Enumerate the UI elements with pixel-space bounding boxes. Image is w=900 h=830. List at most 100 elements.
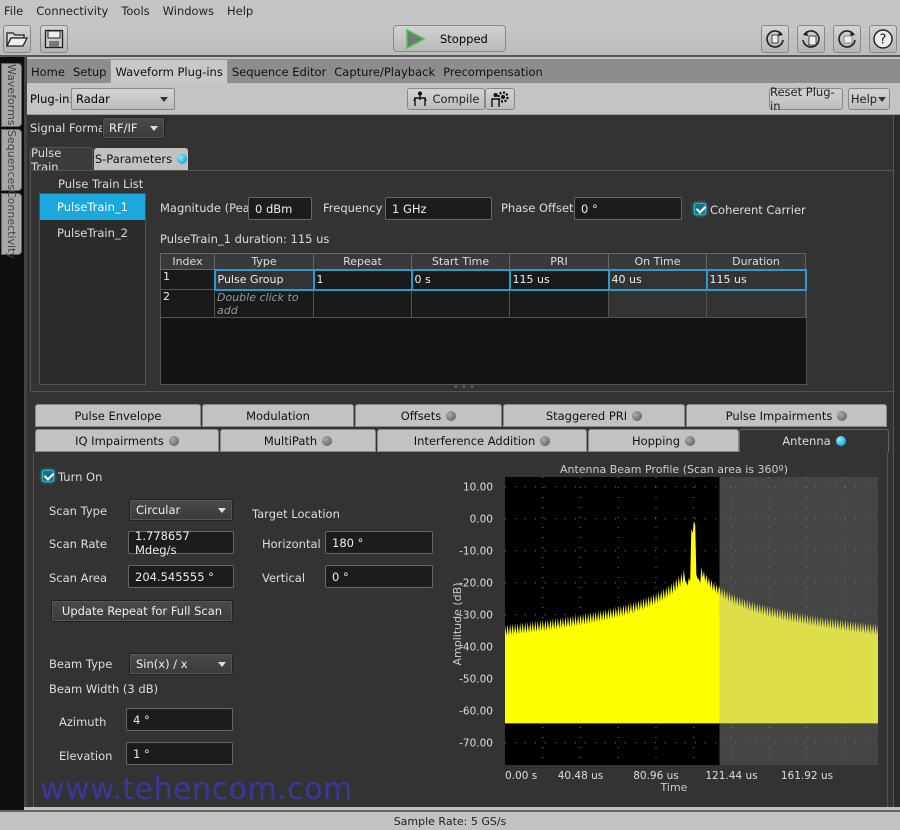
tab-waveform-plugins[interactable]: Waveform Plug-ins: [110, 59, 228, 83]
scan-area-label: Scan Area: [49, 571, 108, 585]
reset-button[interactable]: [833, 25, 861, 53]
y-tick-label: -20.00: [459, 578, 493, 590]
compile-settings-button[interactable]: [485, 88, 515, 110]
table-row[interactable]: 1 Pulse Group 1 0 s 115 us 40 us 115 us: [160, 268, 807, 291]
save-button[interactable]: [40, 25, 68, 53]
cell-pri[interactable]: 115 us: [508, 268, 610, 291]
horizontal-input[interactable]: 180 °: [325, 531, 433, 554]
play-icon: [406, 28, 426, 49]
menu-help[interactable]: Help: [227, 4, 253, 18]
menu-connectivity[interactable]: Connectivity: [36, 4, 108, 18]
splitter-handle[interactable]: • • •: [453, 383, 475, 393]
cell-type[interactable]: Double click to add: [214, 289, 314, 318]
plugin-select[interactable]: Radar: [71, 88, 175, 110]
phase-offset-input[interactable]: 0 °: [574, 197, 682, 220]
azimuth-label: Azimuth: [59, 715, 107, 729]
tab-precompensation[interactable]: Precompensation: [439, 61, 547, 83]
x-tick-label: 0.00 s: [505, 770, 537, 782]
restore-setup-button[interactable]: [761, 25, 789, 53]
compile-button[interactable]: Compile: [407, 88, 485, 110]
signal-format-value: RF/IF: [109, 121, 138, 135]
y-tick-label: -40.00: [459, 642, 493, 654]
tab-staggered-pri[interactable]: Staggered PRI: [503, 404, 685, 427]
open-button[interactable]: [3, 25, 31, 53]
tab-interference-addition[interactable]: Interference Addition: [377, 429, 587, 452]
list-item-pulsetrain-2[interactable]: PulseTrain_2: [40, 220, 145, 246]
menu-tools[interactable]: Tools: [121, 4, 149, 18]
pulse-train-list-title: Pulse Train List: [58, 177, 144, 191]
phase-offset-value: 0 °: [581, 201, 598, 216]
y-tick-label: 0.00: [470, 514, 493, 526]
help-button[interactable]: ?: [869, 25, 897, 53]
elevation-input[interactable]: 1 °: [126, 742, 233, 765]
cell-index: 2: [160, 289, 215, 318]
plugin-help-button[interactable]: Help: [848, 88, 890, 110]
list-item-pulsetrain-1[interactable]: PulseTrain_1: [40, 194, 145, 220]
vertical-label: Vertical: [262, 571, 306, 585]
azimuth-input[interactable]: 4 °: [126, 708, 233, 731]
list-item-label: PulseTrain_1: [57, 200, 128, 214]
cell-on-time[interactable]: 40 us: [607, 268, 708, 291]
cell-type[interactable]: Pulse Group: [213, 268, 315, 291]
update-repeat-button[interactable]: Update Repeat for Full Scan: [51, 600, 233, 622]
undo-setup-icon: [802, 30, 820, 48]
menu-file[interactable]: File: [4, 4, 23, 18]
reset-plugin-button[interactable]: Reset Plug-in: [769, 85, 843, 113]
scan-area-input[interactable]: 204.545555 °: [128, 565, 234, 588]
tab-s-parameters[interactable]: S-Parameters: [94, 148, 188, 170]
tab-offsets[interactable]: Offsets: [355, 404, 502, 427]
x-tick-label: 40.48 us: [558, 770, 604, 782]
y-tick-label: -60.00: [459, 706, 493, 718]
tab-setup[interactable]: Setup: [69, 61, 110, 83]
beam-type-select[interactable]: Sin(x) / x: [129, 653, 233, 675]
y-tick-label: -50.00: [459, 674, 493, 686]
run-stop-button[interactable]: Stopped: [393, 25, 506, 52]
tab-modulation[interactable]: Modulation: [202, 404, 354, 427]
magnitude-input[interactable]: 0 dBm: [248, 197, 312, 220]
frequency-input[interactable]: 1 GHz: [385, 197, 492, 220]
cell-start-time[interactable]: 0 s: [410, 268, 511, 291]
side-tab-connectivity[interactable]: Connectivity: [1, 190, 22, 258]
run-status-label: Stopped: [440, 31, 488, 46]
tab-label: S-Parameters: [94, 152, 173, 166]
tab-label: Hopping: [631, 433, 681, 448]
coherent-carrier-checkbox[interactable]: [694, 203, 706, 215]
cell-pri[interactable]: [509, 289, 609, 318]
tab-sequence-editor[interactable]: Sequence Editor: [228, 61, 330, 83]
side-tab-rail: Waveforms Sequences Connectivity: [0, 57, 24, 830]
tab-pulse-envelope[interactable]: Pulse Envelope: [35, 404, 201, 427]
plugin-label: Plug-in:: [30, 92, 74, 106]
cell-duration[interactable]: 115 us: [705, 268, 807, 291]
indicator-dot-icon: [446, 410, 457, 421]
tab-capture-playback[interactable]: Capture/Playback: [330, 61, 439, 83]
cell-duration[interactable]: [706, 289, 806, 318]
tab-antenna[interactable]: Antenna: [739, 429, 889, 452]
menu-windows[interactable]: Windows: [163, 4, 214, 18]
cell-on-time[interactable]: [608, 289, 707, 318]
vertical-input[interactable]: 0 °: [325, 565, 433, 588]
tab-home[interactable]: Home: [27, 61, 69, 83]
right-scrollbar[interactable]: [893, 115, 900, 807]
tab-multipath[interactable]: MultiPath: [220, 429, 376, 452]
cell-repeat[interactable]: 1: [312, 268, 413, 291]
undo-setup-button[interactable]: [797, 25, 825, 53]
y-tick-label: -30.00: [459, 610, 493, 622]
tab-pulse-train[interactable]: Pulse Train: [30, 146, 93, 174]
tab-iq-impairments[interactable]: IQ Impairments: [35, 429, 219, 452]
side-tab-sequences[interactable]: Sequences: [1, 129, 22, 191]
cell-start-time[interactable]: [411, 289, 510, 318]
turn-on-checkbox[interactable]: [42, 470, 54, 482]
side-tab-waveforms[interactable]: Waveforms: [1, 63, 22, 127]
tab-label: IQ Impairments: [75, 433, 164, 448]
scan-rate-input[interactable]: 1.778657 Mdeg/s: [128, 529, 234, 557]
col-index: Index: [160, 253, 215, 270]
scan-type-select[interactable]: Circular: [129, 499, 233, 521]
table-row[interactable]: 2 Double click to add: [160, 289, 806, 318]
tab-pulse-impairments[interactable]: Pulse Impairments: [686, 404, 887, 427]
scan-type-label: Scan Type: [49, 504, 108, 518]
signal-format-select[interactable]: RF/IF: [102, 117, 165, 139]
tab-hopping[interactable]: Hopping: [588, 429, 739, 452]
indicator-dot-icon: [322, 435, 333, 446]
cell-repeat[interactable]: [313, 289, 412, 318]
tab-label: Modulation: [246, 408, 310, 423]
